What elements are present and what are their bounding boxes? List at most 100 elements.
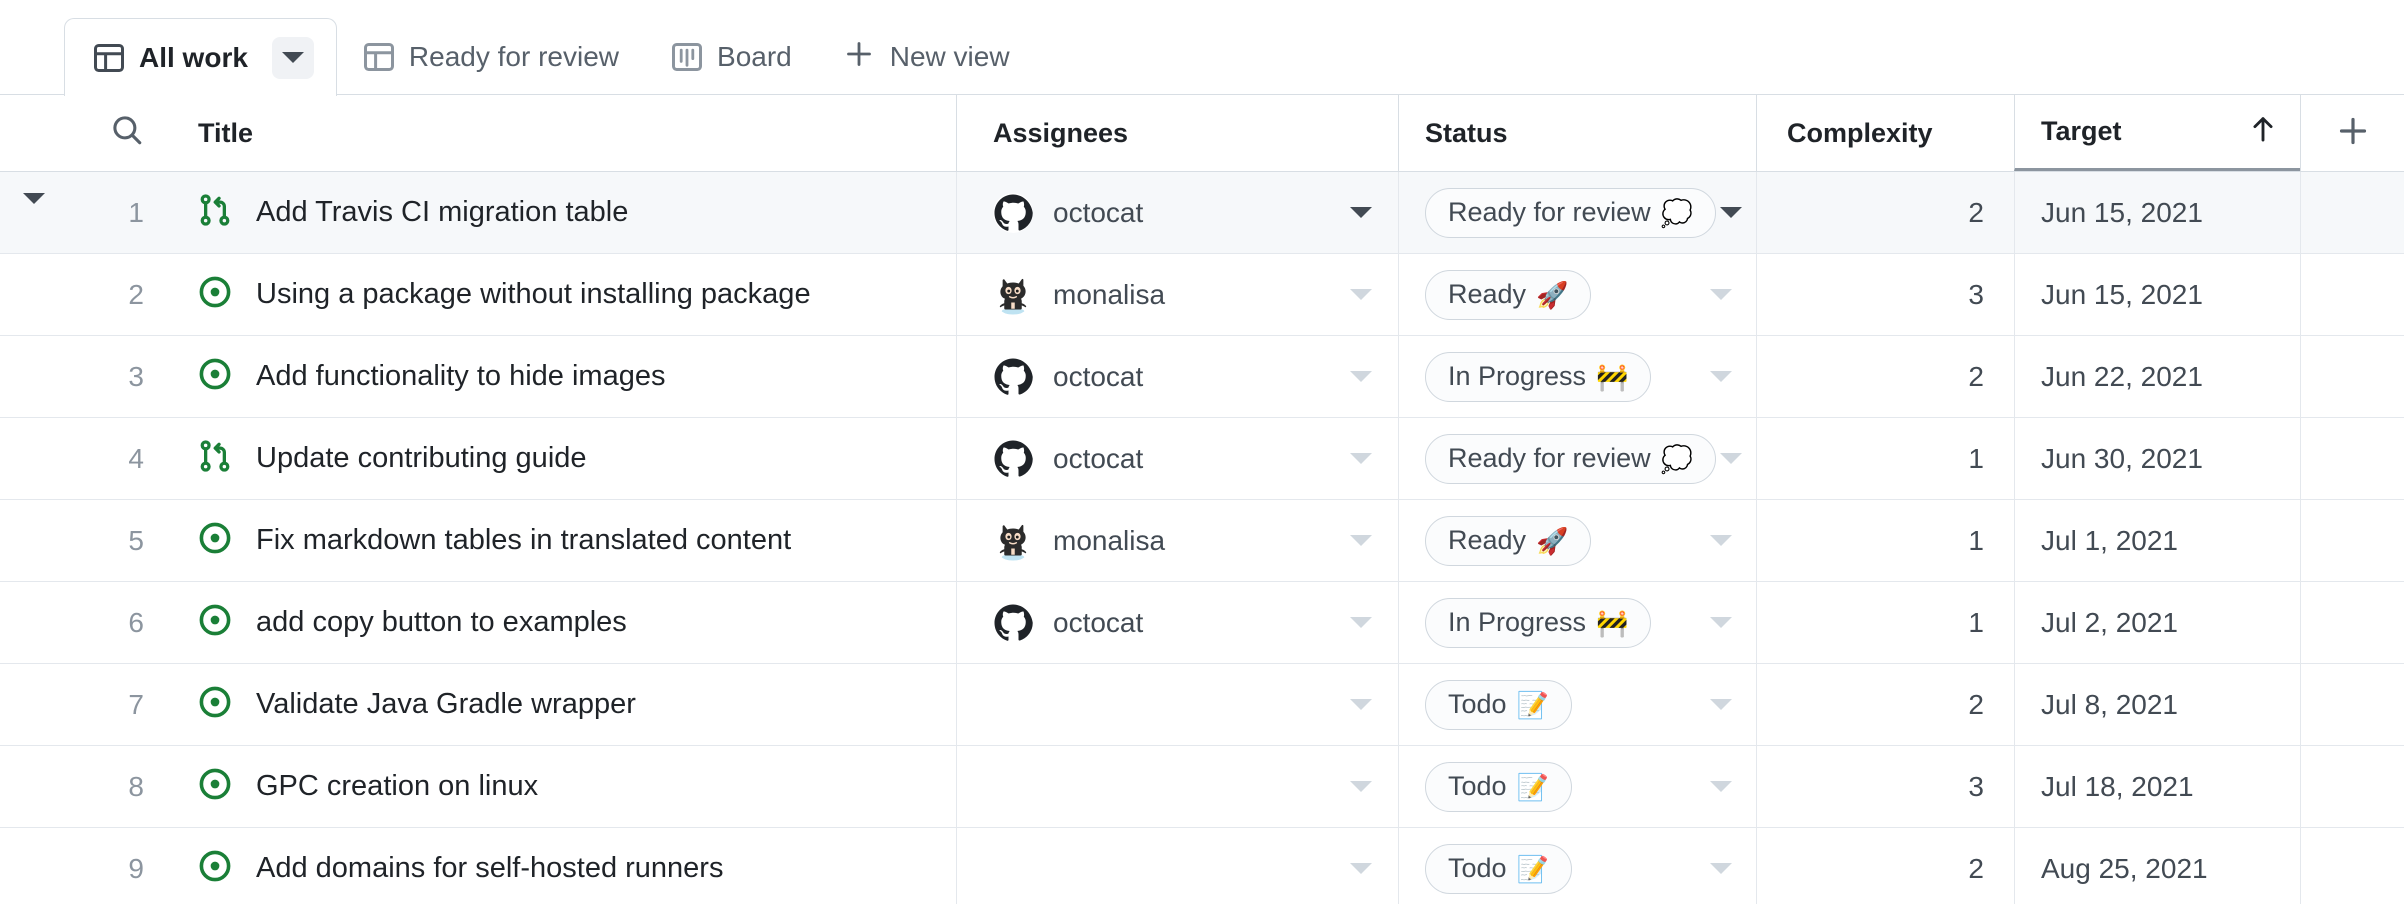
- cell-complexity[interactable]: 3: [1756, 254, 2014, 335]
- cell-title[interactable]: Update contributing guide: [164, 418, 956, 499]
- cell-title[interactable]: add copy button to examples: [164, 582, 956, 663]
- cell-title[interactable]: Validate Java Gradle wrapper: [164, 664, 956, 745]
- tab-all-work[interactable]: All work: [64, 18, 337, 96]
- row-expand-toggle[interactable]: [0, 254, 68, 335]
- assignee-dropdown-icon[interactable]: [1346, 198, 1376, 228]
- cell-complexity[interactable]: 1: [1756, 500, 2014, 581]
- cell-status[interactable]: In Progress🚧: [1398, 582, 1756, 663]
- cell-title[interactable]: Add domains for self-hosted runners: [164, 828, 956, 904]
- row-expand-toggle[interactable]: [0, 746, 68, 827]
- row-expand-toggle[interactable]: [0, 500, 68, 581]
- row-expand-toggle[interactable]: [0, 582, 68, 663]
- cell-complexity[interactable]: 3: [1756, 746, 2014, 827]
- assignee-dropdown-icon[interactable]: [1346, 444, 1376, 474]
- cell-assignees[interactable]: octocat: [956, 336, 1398, 417]
- assignee-dropdown-icon[interactable]: [1346, 280, 1376, 310]
- chevron-down-icon[interactable]: [23, 204, 45, 222]
- status-dropdown-icon[interactable]: [1716, 198, 1746, 228]
- status-dropdown-icon[interactable]: [1706, 772, 1736, 802]
- row-expand-toggle[interactable]: [0, 336, 68, 417]
- cell-status[interactable]: Todo📝: [1398, 746, 1756, 827]
- cell-assignees[interactable]: octocat: [956, 418, 1398, 499]
- cell-target[interactable]: Jun 15, 2021: [2014, 172, 2300, 253]
- status-badge[interactable]: Ready🚀: [1425, 516, 1591, 566]
- status-dropdown-icon[interactable]: [1706, 854, 1736, 884]
- cell-title[interactable]: Add functionality to hide images: [164, 336, 956, 417]
- cell-assignees[interactable]: [956, 828, 1398, 904]
- cell-assignees[interactable]: monalisa: [956, 500, 1398, 581]
- cell-title[interactable]: Add Travis CI migration table: [164, 172, 956, 253]
- add-column-button[interactable]: [2300, 95, 2404, 171]
- cell-complexity[interactable]: 1: [1756, 582, 2014, 663]
- cell-complexity[interactable]: 1: [1756, 418, 2014, 499]
- cell-status[interactable]: Ready🚀: [1398, 254, 1756, 335]
- cell-complexity[interactable]: 2: [1756, 172, 2014, 253]
- row-expand-toggle[interactable]: [0, 828, 68, 904]
- cell-target[interactable]: Jun 30, 2021: [2014, 418, 2300, 499]
- row-expand-toggle[interactable]: [0, 418, 68, 499]
- chevron-down-icon[interactable]: [272, 37, 314, 79]
- cell-target[interactable]: Jun 22, 2021: [2014, 336, 2300, 417]
- table-row[interactable]: 7Validate Java Gradle wrapperTodo📝2Jul 8…: [0, 664, 2404, 746]
- cell-assignees[interactable]: octocat: [956, 172, 1398, 253]
- cell-target[interactable]: Jul 8, 2021: [2014, 664, 2300, 745]
- table-row[interactable]: 6add copy button to examplesoctocatIn Pr…: [0, 582, 2404, 664]
- assignee-dropdown-icon[interactable]: [1346, 608, 1376, 638]
- cell-target[interactable]: Jun 15, 2021: [2014, 254, 2300, 335]
- new-view-button[interactable]: New view: [818, 19, 1036, 95]
- table-row[interactable]: 9Add domains for self-hosted runnersTodo…: [0, 828, 2404, 904]
- status-badge[interactable]: Ready for review💭: [1425, 188, 1716, 238]
- status-dropdown-icon[interactable]: [1716, 444, 1746, 474]
- row-expand-toggle[interactable]: [0, 664, 68, 745]
- sort-ascending-arrow-icon[interactable]: [2246, 112, 2280, 151]
- cell-status[interactable]: Todo📝: [1398, 828, 1756, 904]
- cell-status[interactable]: In Progress🚧: [1398, 336, 1756, 417]
- assignee-dropdown-icon[interactable]: [1346, 854, 1376, 884]
- cell-status[interactable]: Ready🚀: [1398, 500, 1756, 581]
- cell-target[interactable]: Jul 1, 2021: [2014, 500, 2300, 581]
- cell-title[interactable]: GPC creation on linux: [164, 746, 956, 827]
- cell-complexity[interactable]: 2: [1756, 336, 2014, 417]
- cell-assignees[interactable]: monalisa: [956, 254, 1398, 335]
- table-row[interactable]: 1Add Travis CI migration tableoctocatRea…: [0, 172, 2404, 254]
- column-header-title[interactable]: Title: [164, 95, 956, 171]
- status-badge[interactable]: Todo📝: [1425, 844, 1572, 894]
- search-button[interactable]: [68, 95, 164, 171]
- column-header-status[interactable]: Status: [1398, 95, 1756, 171]
- status-dropdown-icon[interactable]: [1706, 526, 1736, 556]
- table-row[interactable]: 3Add functionality to hide imagesoctocat…: [0, 336, 2404, 418]
- cell-target[interactable]: Jul 18, 2021: [2014, 746, 2300, 827]
- table-row[interactable]: 4Update contributing guideoctocatReady f…: [0, 418, 2404, 500]
- row-expand-toggle[interactable]: [0, 172, 68, 253]
- status-badge[interactable]: Ready for review💭: [1425, 434, 1716, 484]
- status-badge[interactable]: In Progress🚧: [1425, 598, 1651, 648]
- cell-status[interactable]: Todo📝: [1398, 664, 1756, 745]
- table-row[interactable]: 5Fix markdown tables in translated conte…: [0, 500, 2404, 582]
- tab-board[interactable]: Board: [645, 19, 818, 95]
- cell-target[interactable]: Aug 25, 2021: [2014, 828, 2300, 904]
- status-badge[interactable]: In Progress🚧: [1425, 352, 1651, 402]
- cell-complexity[interactable]: 2: [1756, 664, 2014, 745]
- cell-title[interactable]: Fix markdown tables in translated conten…: [164, 500, 956, 581]
- status-dropdown-icon[interactable]: [1706, 690, 1736, 720]
- tab-ready-for-review[interactable]: Ready for review: [337, 19, 645, 95]
- column-header-target[interactable]: Target: [2014, 95, 2300, 171]
- status-badge[interactable]: Todo📝: [1425, 762, 1572, 812]
- cell-status[interactable]: Ready for review💭: [1398, 172, 1756, 253]
- assignee-dropdown-icon[interactable]: [1346, 362, 1376, 392]
- status-badge[interactable]: Ready🚀: [1425, 270, 1591, 320]
- cell-assignees[interactable]: [956, 664, 1398, 745]
- cell-title[interactable]: Using a package without installing packa…: [164, 254, 956, 335]
- table-row[interactable]: 8GPC creation on linuxTodo📝3Jul 18, 2021: [0, 746, 2404, 828]
- cell-target[interactable]: Jul 2, 2021: [2014, 582, 2300, 663]
- cell-assignees[interactable]: [956, 746, 1398, 827]
- assignee-dropdown-icon[interactable]: [1346, 526, 1376, 556]
- status-dropdown-icon[interactable]: [1706, 362, 1736, 392]
- status-badge[interactable]: Todo📝: [1425, 680, 1572, 730]
- cell-complexity[interactable]: 2: [1756, 828, 2014, 904]
- table-row[interactable]: 2Using a package without installing pack…: [0, 254, 2404, 336]
- assignee-dropdown-icon[interactable]: [1346, 772, 1376, 802]
- status-dropdown-icon[interactable]: [1706, 608, 1736, 638]
- column-header-complexity[interactable]: Complexity: [1756, 95, 2014, 171]
- status-dropdown-icon[interactable]: [1706, 280, 1736, 310]
